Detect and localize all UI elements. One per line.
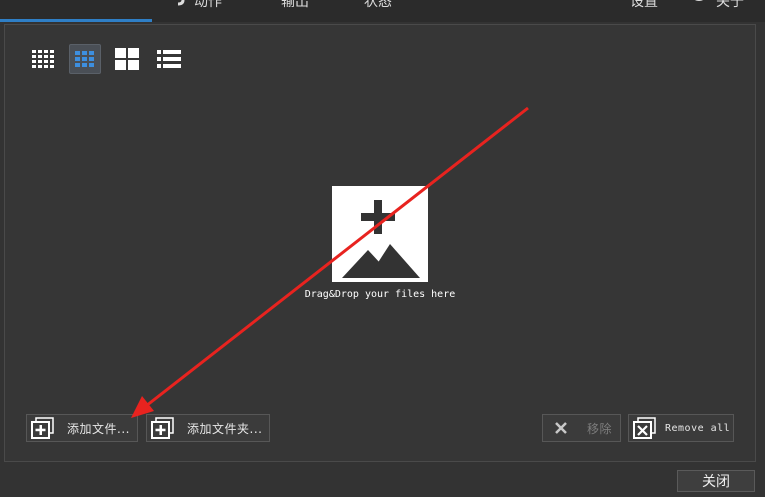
tab-action-label: 动作	[194, 0, 222, 10]
view-medium-grid-button[interactable]	[69, 44, 101, 74]
tab-output[interactable]: 输出	[251, 0, 309, 22]
medium-grid-icon	[75, 51, 94, 67]
active-tab-indicator	[0, 19, 152, 22]
add-files-button[interactable]: 添加文件...	[26, 414, 138, 442]
view-list-button[interactable]	[153, 44, 185, 74]
crop-icon	[10, 0, 36, 10]
output-icon	[251, 0, 273, 10]
add-file-icon	[31, 417, 55, 439]
view-small-grid-button[interactable]	[27, 44, 59, 74]
tab-status-label: 状态	[364, 0, 392, 10]
drop-zone-text: Drag&Drop your files here	[304, 289, 456, 300]
gear-icon	[606, 0, 622, 10]
tab-status[interactable]: 状态	[336, 0, 392, 22]
info-icon	[690, 0, 708, 10]
file-list-panel[interactable]: Drag&Drop your files here 添加文件... 添加文件夹.…	[4, 24, 756, 462]
add-image-icon	[342, 200, 420, 278]
about-label: 关于	[716, 0, 744, 10]
remove-all-label: Remove all	[665, 422, 731, 434]
settings-button[interactable]: 设置	[606, 0, 658, 22]
remove-all-button[interactable]: Remove all	[628, 414, 734, 442]
view-large-grid-button[interactable]	[111, 44, 143, 74]
about-button[interactable]: 关于	[690, 0, 744, 22]
tab-action[interactable]: 动作	[174, 0, 222, 22]
large-grid-icon	[115, 48, 139, 70]
remove-x-icon	[555, 422, 567, 434]
close-button[interactable]: 关闭	[677, 470, 755, 492]
status-icon	[336, 0, 356, 10]
settings-label: 设置	[630, 0, 658, 10]
small-grid-icon	[32, 50, 54, 68]
add-folder-label: 添加文件夹...	[187, 421, 263, 436]
top-toolbar: 动作 输出 状态 设置 关于	[0, 0, 765, 22]
list-icon	[157, 50, 181, 68]
remove-label: 移除	[587, 421, 613, 436]
add-files-label: 添加文件...	[67, 421, 130, 436]
tab-output-label: 输出	[281, 0, 309, 10]
add-folder-button[interactable]: 添加文件夹...	[146, 414, 270, 442]
remove-all-icon	[633, 417, 657, 439]
app-window: 动作 输出 状态 设置 关于 Drag&Drop your files here…	[0, 0, 765, 497]
action-icon	[174, 0, 186, 10]
drop-zone-add-image[interactable]	[332, 186, 428, 282]
add-folder-icon	[151, 417, 175, 439]
remove-button[interactable]: 移除	[542, 414, 621, 442]
